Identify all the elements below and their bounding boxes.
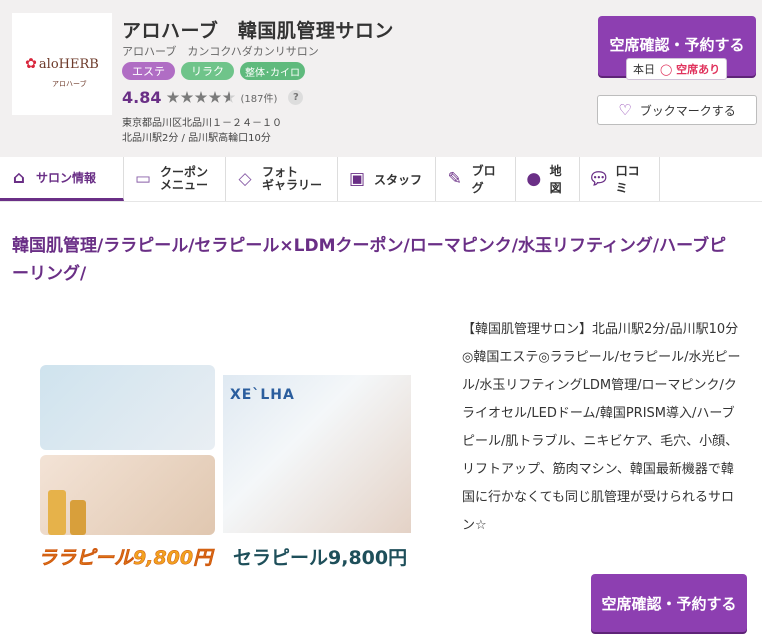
- tab-label: サロン情報: [36, 171, 97, 185]
- home-icon: ⌂: [12, 167, 26, 188]
- tab-label-line: フォト: [262, 165, 299, 179]
- rating-stars: [166, 91, 236, 104]
- salon-header: ✿ aloHERB アロハーブ アロハーブ 韓国肌管理サロン アロハーブ カンコ…: [0, 0, 762, 157]
- tab-label: 口コミ: [615, 164, 640, 195]
- genre-tags: エステ リラク 整体･カイロ: [122, 62, 305, 80]
- photo-icon: ◇: [238, 169, 252, 189]
- access-line: 北品川駅2分 / 品川駅高輪口10分: [122, 133, 271, 144]
- tab-blog[interactable]: ✎ ブログ: [436, 157, 516, 201]
- logo-subtext: アロハーブ: [52, 80, 87, 88]
- tab-reviews[interactable]: 💬︎ 口コミ: [580, 157, 660, 201]
- review-count[interactable]: (187件): [240, 90, 277, 105]
- heart-icon: ♡: [618, 101, 632, 119]
- serum-bottle: [48, 490, 66, 535]
- map-pin-icon: ●: [526, 169, 542, 189]
- ticket-icon: ▭: [134, 169, 152, 189]
- price-serapeel: セラピール9,800円: [233, 547, 408, 569]
- salon-tab-nav: ⌂ サロン情報 ▭ クーポン メニュー ◇ フォト ギャラリー ▣ スタッフ ✎ ブ…: [0, 157, 762, 201]
- tab-salon-info[interactable]: ⌂ サロン情報: [0, 157, 124, 201]
- salon-description: 【韓国肌管理サロン】北品川駅2分/品川駅10分◎韓国エステ◎ララピール/セラピー…: [462, 322, 741, 533]
- tag-esthe[interactable]: エステ: [122, 62, 175, 80]
- tag-relax[interactable]: リラク: [181, 62, 234, 80]
- tab-label-line: クーポン: [160, 165, 209, 179]
- catch-copy: 韓国肌管理/ララピール/セラピール×LDMクーポン/ローマピンク/水玉リフティン…: [12, 236, 727, 284]
- availability-day: 本日: [633, 63, 655, 76]
- salon-kana: アロハーブ カンコクハダカンリサロン: [122, 45, 319, 58]
- salon-address: 東京都品川区北品川１－２４－１０ 北品川駅2分 / 品川駅高輪口10分: [122, 116, 282, 146]
- availability-badge: 本日 ◯ 空席あり: [626, 58, 728, 80]
- salon-name: アロハーブ 韓国肌管理サロン: [122, 20, 394, 42]
- reserve-button[interactable]: 空席確認・予約する 本日 ◯ 空席あり: [598, 16, 756, 80]
- tab-label: クーポン メニュー: [160, 166, 208, 192]
- tab-photo-gallery[interactable]: ◇ フォト ギャラリー: [226, 157, 338, 201]
- star-half-icon: [222, 91, 236, 103]
- tab-label: フォト ギャラリー: [262, 166, 322, 192]
- logo-text: aloHERB: [38, 56, 99, 72]
- tab-label-line: メニュー: [160, 178, 209, 192]
- treatment-photo: [40, 365, 215, 450]
- tag-seitai[interactable]: 整体･カイロ: [240, 62, 305, 80]
- brand-text: XE`LHA: [230, 387, 295, 403]
- tab-coupon-menu[interactable]: ▭ クーポン メニュー: [124, 157, 226, 201]
- pencil-icon: ✎: [447, 169, 462, 189]
- star-icon: [166, 91, 180, 103]
- availability-status: ◯ 空席あり: [660, 63, 721, 76]
- hibiscus-icon: ✿: [25, 56, 37, 72]
- id-card-icon: ▣: [348, 169, 366, 189]
- tab-label: 地図: [549, 164, 562, 195]
- tab-map[interactable]: ● 地図: [516, 157, 580, 201]
- price-lalapeel: ララピール9,800円: [38, 547, 213, 570]
- bookmark-label: ブックマークする: [639, 103, 736, 118]
- tab-label: ブログ: [471, 164, 496, 195]
- bookmark-button[interactable]: ♡ ブックマークする: [597, 95, 757, 125]
- address-line: 東京都品川区北品川１－２４－１０: [122, 118, 282, 129]
- tab-label-line: ギャラリー: [262, 178, 323, 192]
- rating-row: 4.84 (187件) ?: [122, 88, 304, 107]
- help-icon[interactable]: ?: [288, 90, 304, 105]
- reserve-button-label: 空席確認・予約する: [609, 36, 745, 54]
- nav-divider: [0, 201, 762, 202]
- star-icon: [208, 91, 222, 103]
- rating-score: 4.84: [122, 88, 162, 107]
- star-icon: [194, 91, 208, 103]
- salon-logo: ✿ aloHERB アロハーブ: [12, 13, 112, 115]
- tab-staff[interactable]: ▣ スタッフ: [338, 157, 436, 201]
- star-icon: [180, 91, 194, 103]
- treatment-photo: [40, 455, 215, 535]
- promo-image[interactable]: XE`LHA ララピール9,800円 セラピール9,800円: [38, 365, 412, 570]
- reserve-button-bottom[interactable]: 空席確認・予約する: [591, 574, 747, 632]
- tab-label: スタッフ: [374, 172, 423, 187]
- serum-bottle: [70, 500, 86, 535]
- speech-bubble-icon: 💬︎: [588, 169, 610, 189]
